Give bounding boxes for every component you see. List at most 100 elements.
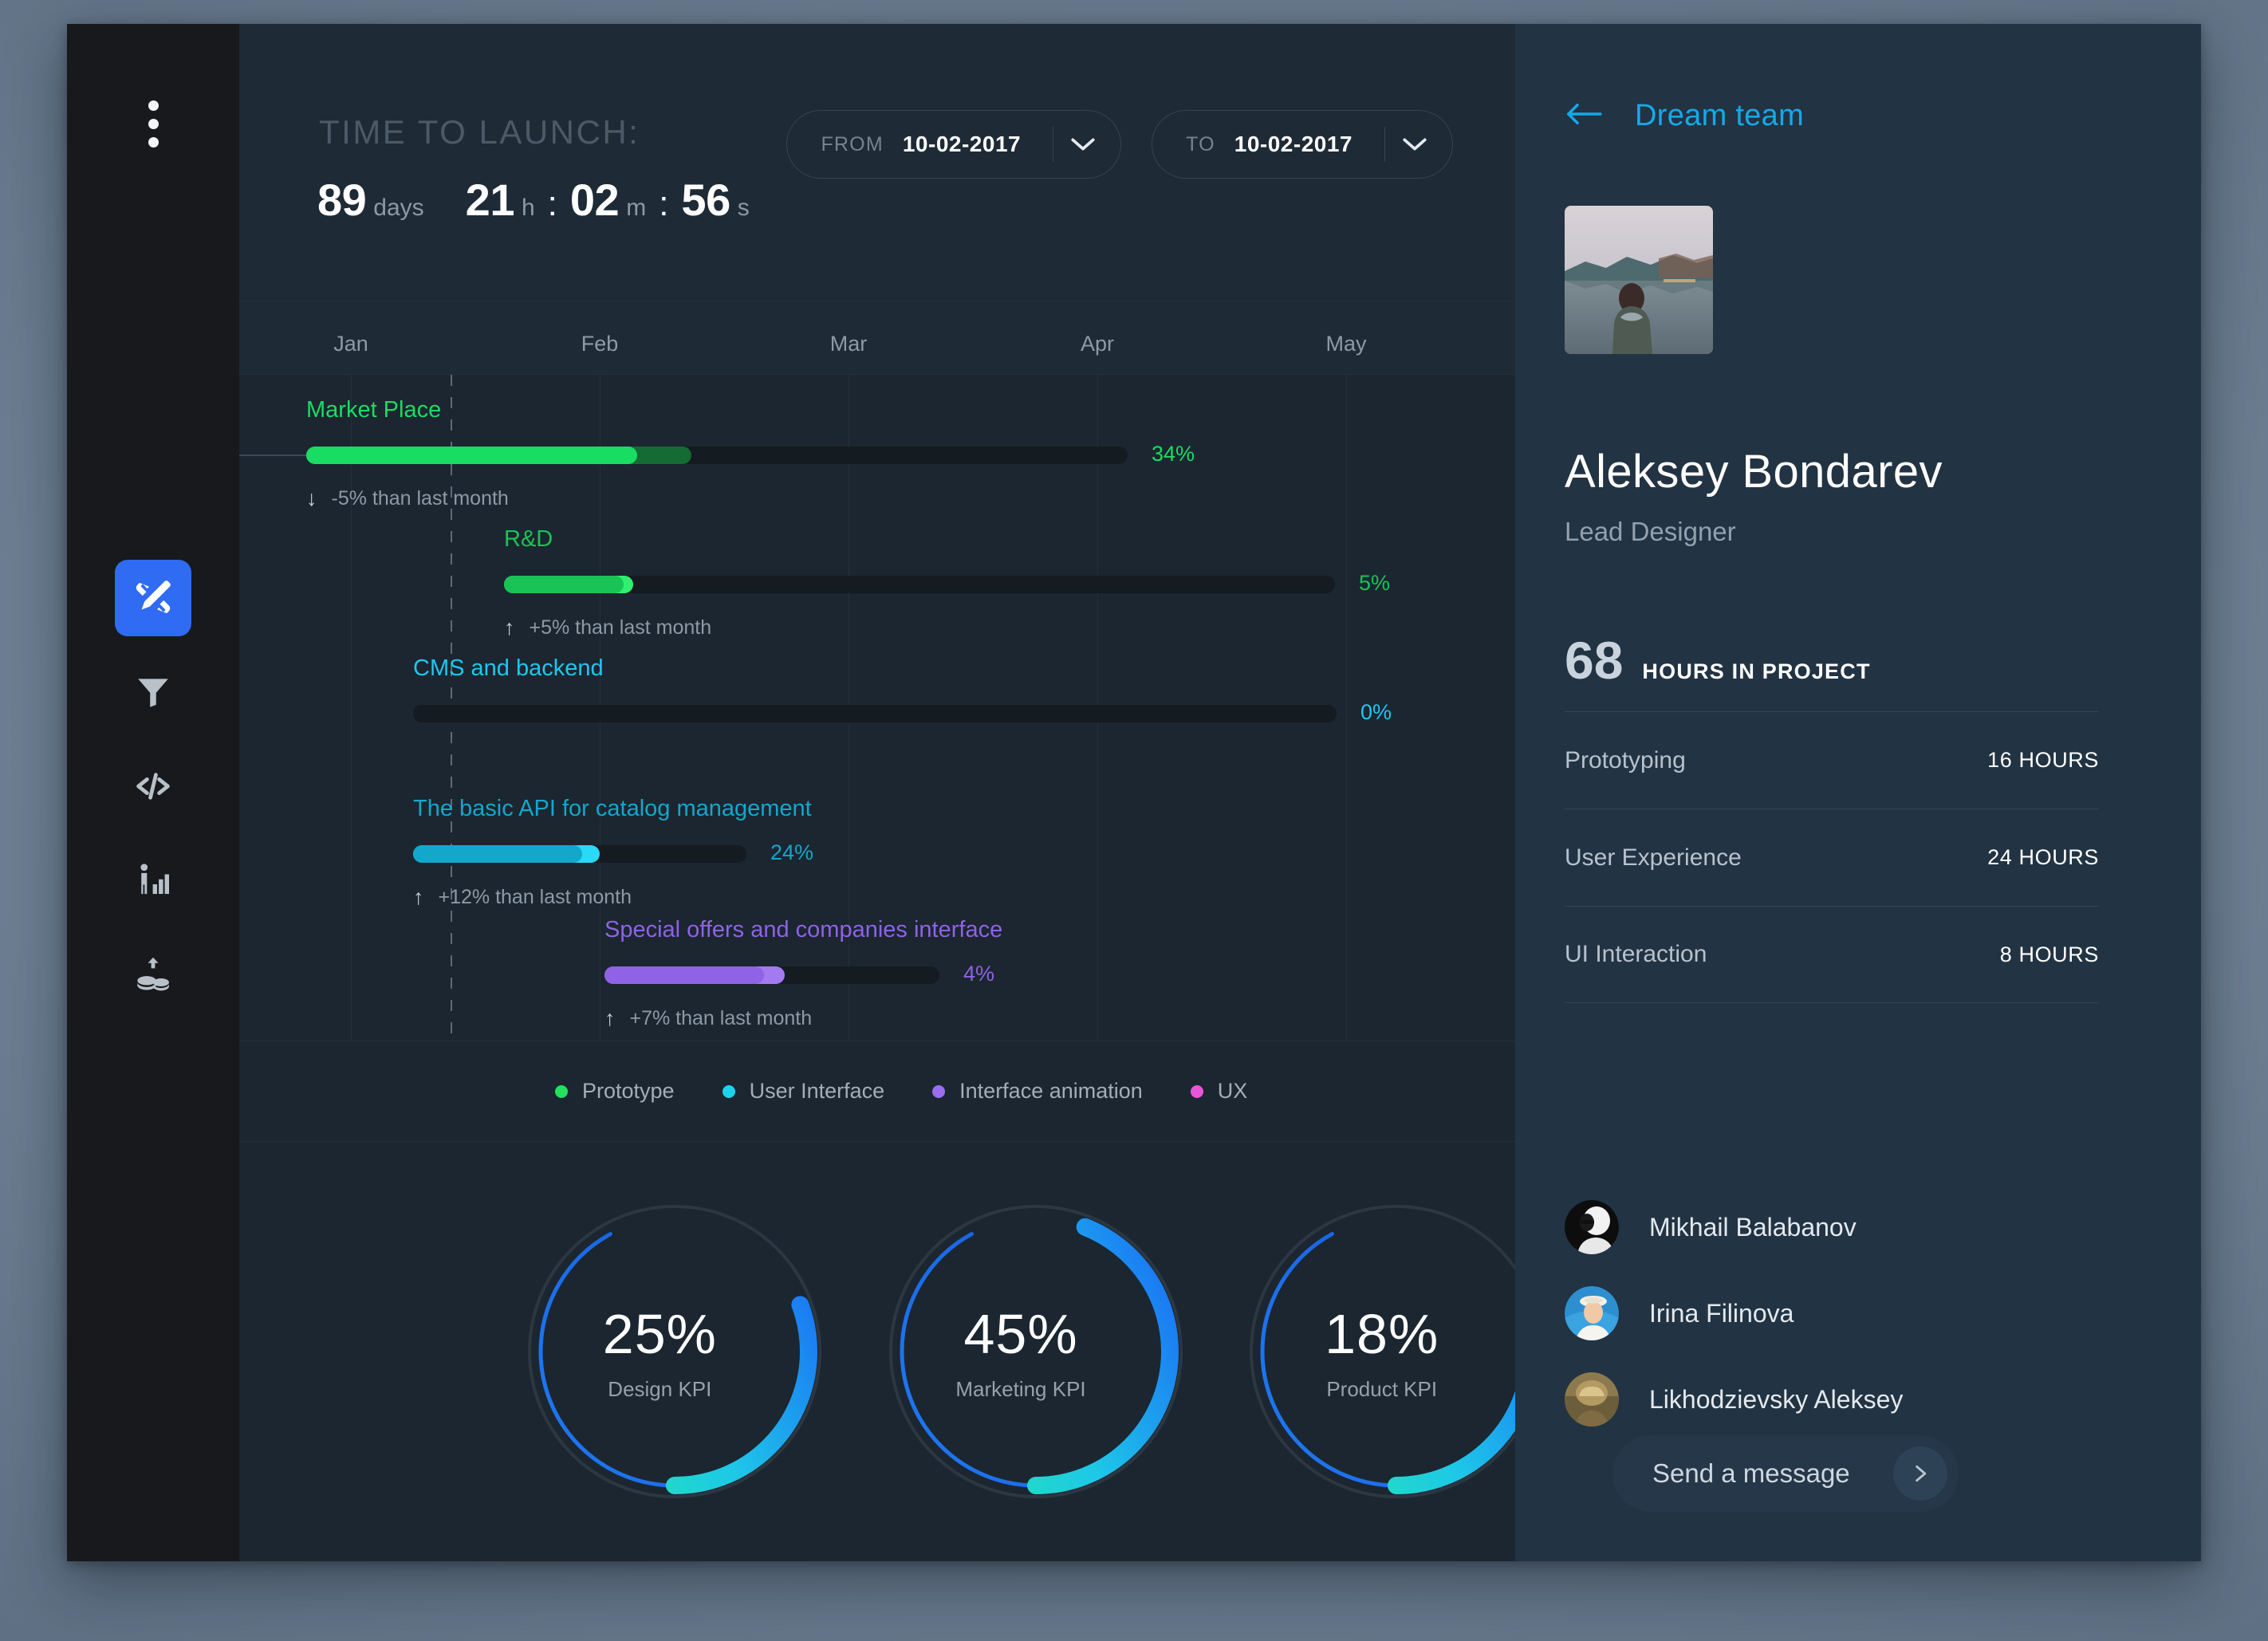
task-percent: 5% [1359, 571, 1390, 596]
countdown-hours: 21 [466, 174, 514, 226]
countdown-hours-unit: h [522, 195, 535, 222]
hours-row: User Experience24 HOURS [1565, 809, 2099, 906]
rail-item-code[interactable] [115, 748, 191, 824]
avatar [1565, 206, 1713, 354]
kebab-dot [148, 100, 159, 111]
legend-label: Prototype [582, 1079, 675, 1104]
kpi-value: 45% [963, 1302, 1077, 1366]
date-from-picker[interactable]: FROM 10-02-2017 [786, 110, 1121, 179]
date-from-label: FROM [821, 133, 883, 156]
arrow-left-icon[interactable] [1565, 102, 1603, 130]
arrow-up-icon: ↑ [413, 885, 424, 910]
kebab-dot [148, 137, 159, 148]
task-percent: 4% [963, 962, 994, 986]
legend-item[interactable]: Prototype [555, 1079, 675, 1104]
timeline-lead-line [239, 455, 306, 456]
person-role: Lead Designer [1565, 517, 1736, 547]
code-icon [132, 765, 174, 807]
team-member-name: Mikhail Balabanov [1649, 1213, 1857, 1242]
legend-label: User Interface [750, 1079, 885, 1104]
kpi-donut[interactable]: 18%Product KPI [1248, 1203, 1515, 1500]
countdown-separator: : [548, 184, 557, 224]
task-title: R&D [504, 526, 553, 553]
rail-nav [67, 560, 239, 1030]
month-label: Feb [581, 332, 619, 356]
task-delta-label: +5% than last month [530, 616, 712, 639]
arrow-up-icon: ↑ [504, 616, 515, 640]
legend-swatch [932, 1085, 945, 1098]
panel-header[interactable]: Dream team [1565, 99, 1804, 133]
app-window: TIME TO LAUNCH: 89 days 21 h : 02 m : 56… [67, 24, 2201, 1561]
legend-item[interactable]: UX [1191, 1079, 1248, 1104]
legend-swatch [1191, 1085, 1203, 1098]
month-label: Jan [333, 332, 368, 356]
task-title: Special offers and companies interface [604, 917, 1002, 943]
task-progress-track[interactable] [604, 966, 939, 984]
legend-label: Interface animation [959, 1079, 1143, 1104]
countdown-days-unit: days [373, 195, 423, 222]
arrow-up-icon: ↑ [604, 1006, 616, 1031]
page-title: TIME TO LAUNCH: [319, 113, 640, 152]
chevron-down-icon[interactable] [1385, 136, 1444, 152]
send-message-button[interactable]: Send a message [1612, 1435, 1959, 1512]
timeline-month-axis: JanFebMarAprMayJun [239, 301, 1515, 375]
analytics-icon [133, 860, 173, 900]
legend-item[interactable]: User Interface [723, 1079, 885, 1104]
legend-swatch [723, 1085, 735, 1098]
hours-row-value: 8 HOURS [2000, 942, 2099, 967]
kpi-donut[interactable]: 45% Marketing KPI [888, 1203, 1155, 1500]
team-panel: Dream team [1515, 24, 2201, 1561]
team-member-name: Irina Filinova [1649, 1299, 1794, 1328]
month-label: May [1325, 332, 1366, 356]
task-progress-track[interactable] [413, 705, 1337, 722]
rail-item-tools[interactable] [115, 560, 191, 636]
rail-item-analytics[interactable] [115, 842, 191, 919]
rail-item-filter[interactable] [115, 654, 191, 730]
countdown-seconds: 56 [681, 174, 730, 226]
countdown-timer: 89 days 21 h : 02 m : 56 s [317, 174, 750, 226]
legend-swatch [555, 1085, 568, 1098]
task-delta: ↑ +5% than last month [504, 616, 711, 640]
task-progress-fill [413, 845, 582, 863]
legend-item[interactable]: Interface animation [932, 1079, 1143, 1104]
kebab-dot [148, 119, 159, 129]
month-label: Mar [830, 332, 868, 356]
team-member[interactable]: Likhodzievsky Aleksey [1565, 1356, 2123, 1442]
task-percent: 0% [1360, 700, 1392, 725]
task-progress-track[interactable] [504, 576, 1335, 593]
chevron-down-icon[interactable] [1053, 136, 1112, 152]
chart-legend: Prototype User Interface Interface animati… [239, 1041, 1515, 1142]
task-progress-track[interactable] [306, 447, 1128, 464]
date-from-value: 10-02-2017 [903, 132, 1021, 157]
date-to-value: 10-02-2017 [1234, 132, 1353, 157]
date-to-label: TO [1186, 133, 1215, 156]
rail-item-finance[interactable] [115, 936, 191, 1013]
hours-row: Prototyping16 HOURS [1565, 711, 2099, 809]
panel-title: Dream team [1635, 99, 1804, 133]
task-delta: ↑+12% than last month [413, 885, 632, 910]
task-delta: ↑ +7% than last month [604, 1006, 812, 1031]
kpi-donut[interactable]: 25%Design KPI [526, 1203, 793, 1500]
date-to-picker[interactable]: TO 10-02-2017 [1152, 110, 1453, 179]
team-member[interactable]: Irina Filinova [1565, 1270, 2123, 1356]
hours-row-label: Prototyping [1565, 747, 1686, 774]
hours-row-label: UI Interaction [1565, 941, 1707, 968]
gantt-chart: Market Place34%↓-5% than last monthR&D5%… [239, 375, 1515, 1041]
task-progress-track[interactable] [413, 845, 746, 863]
team-member-avatar [1565, 1200, 1619, 1254]
task-title: CMS and backend [413, 655, 604, 682]
kpi-label: Marketing KPI [955, 1377, 1085, 1402]
hours-row: UI Interaction 8 HOURS [1565, 906, 2099, 1003]
team-member[interactable]: Mikhail Balabanov [1565, 1184, 2123, 1270]
arrow-down-icon: ↓ [306, 486, 317, 511]
task-progress-fill [604, 966, 764, 984]
filter-icon [133, 672, 173, 712]
task-delta-label: +7% than last month [630, 1007, 813, 1030]
kpi-label: Product KPI [1326, 1377, 1437, 1402]
team-member-name: Likhodzievsky Aleksey [1649, 1385, 1903, 1415]
hours-caption: HOURS IN PROJECT [1642, 659, 1870, 684]
task-progress-fill [504, 576, 624, 593]
hours-row-value: 24 HOURS [1987, 845, 2099, 870]
chevron-right-icon[interactable] [1893, 1446, 1947, 1501]
kebab-menu-icon[interactable] [67, 100, 239, 148]
